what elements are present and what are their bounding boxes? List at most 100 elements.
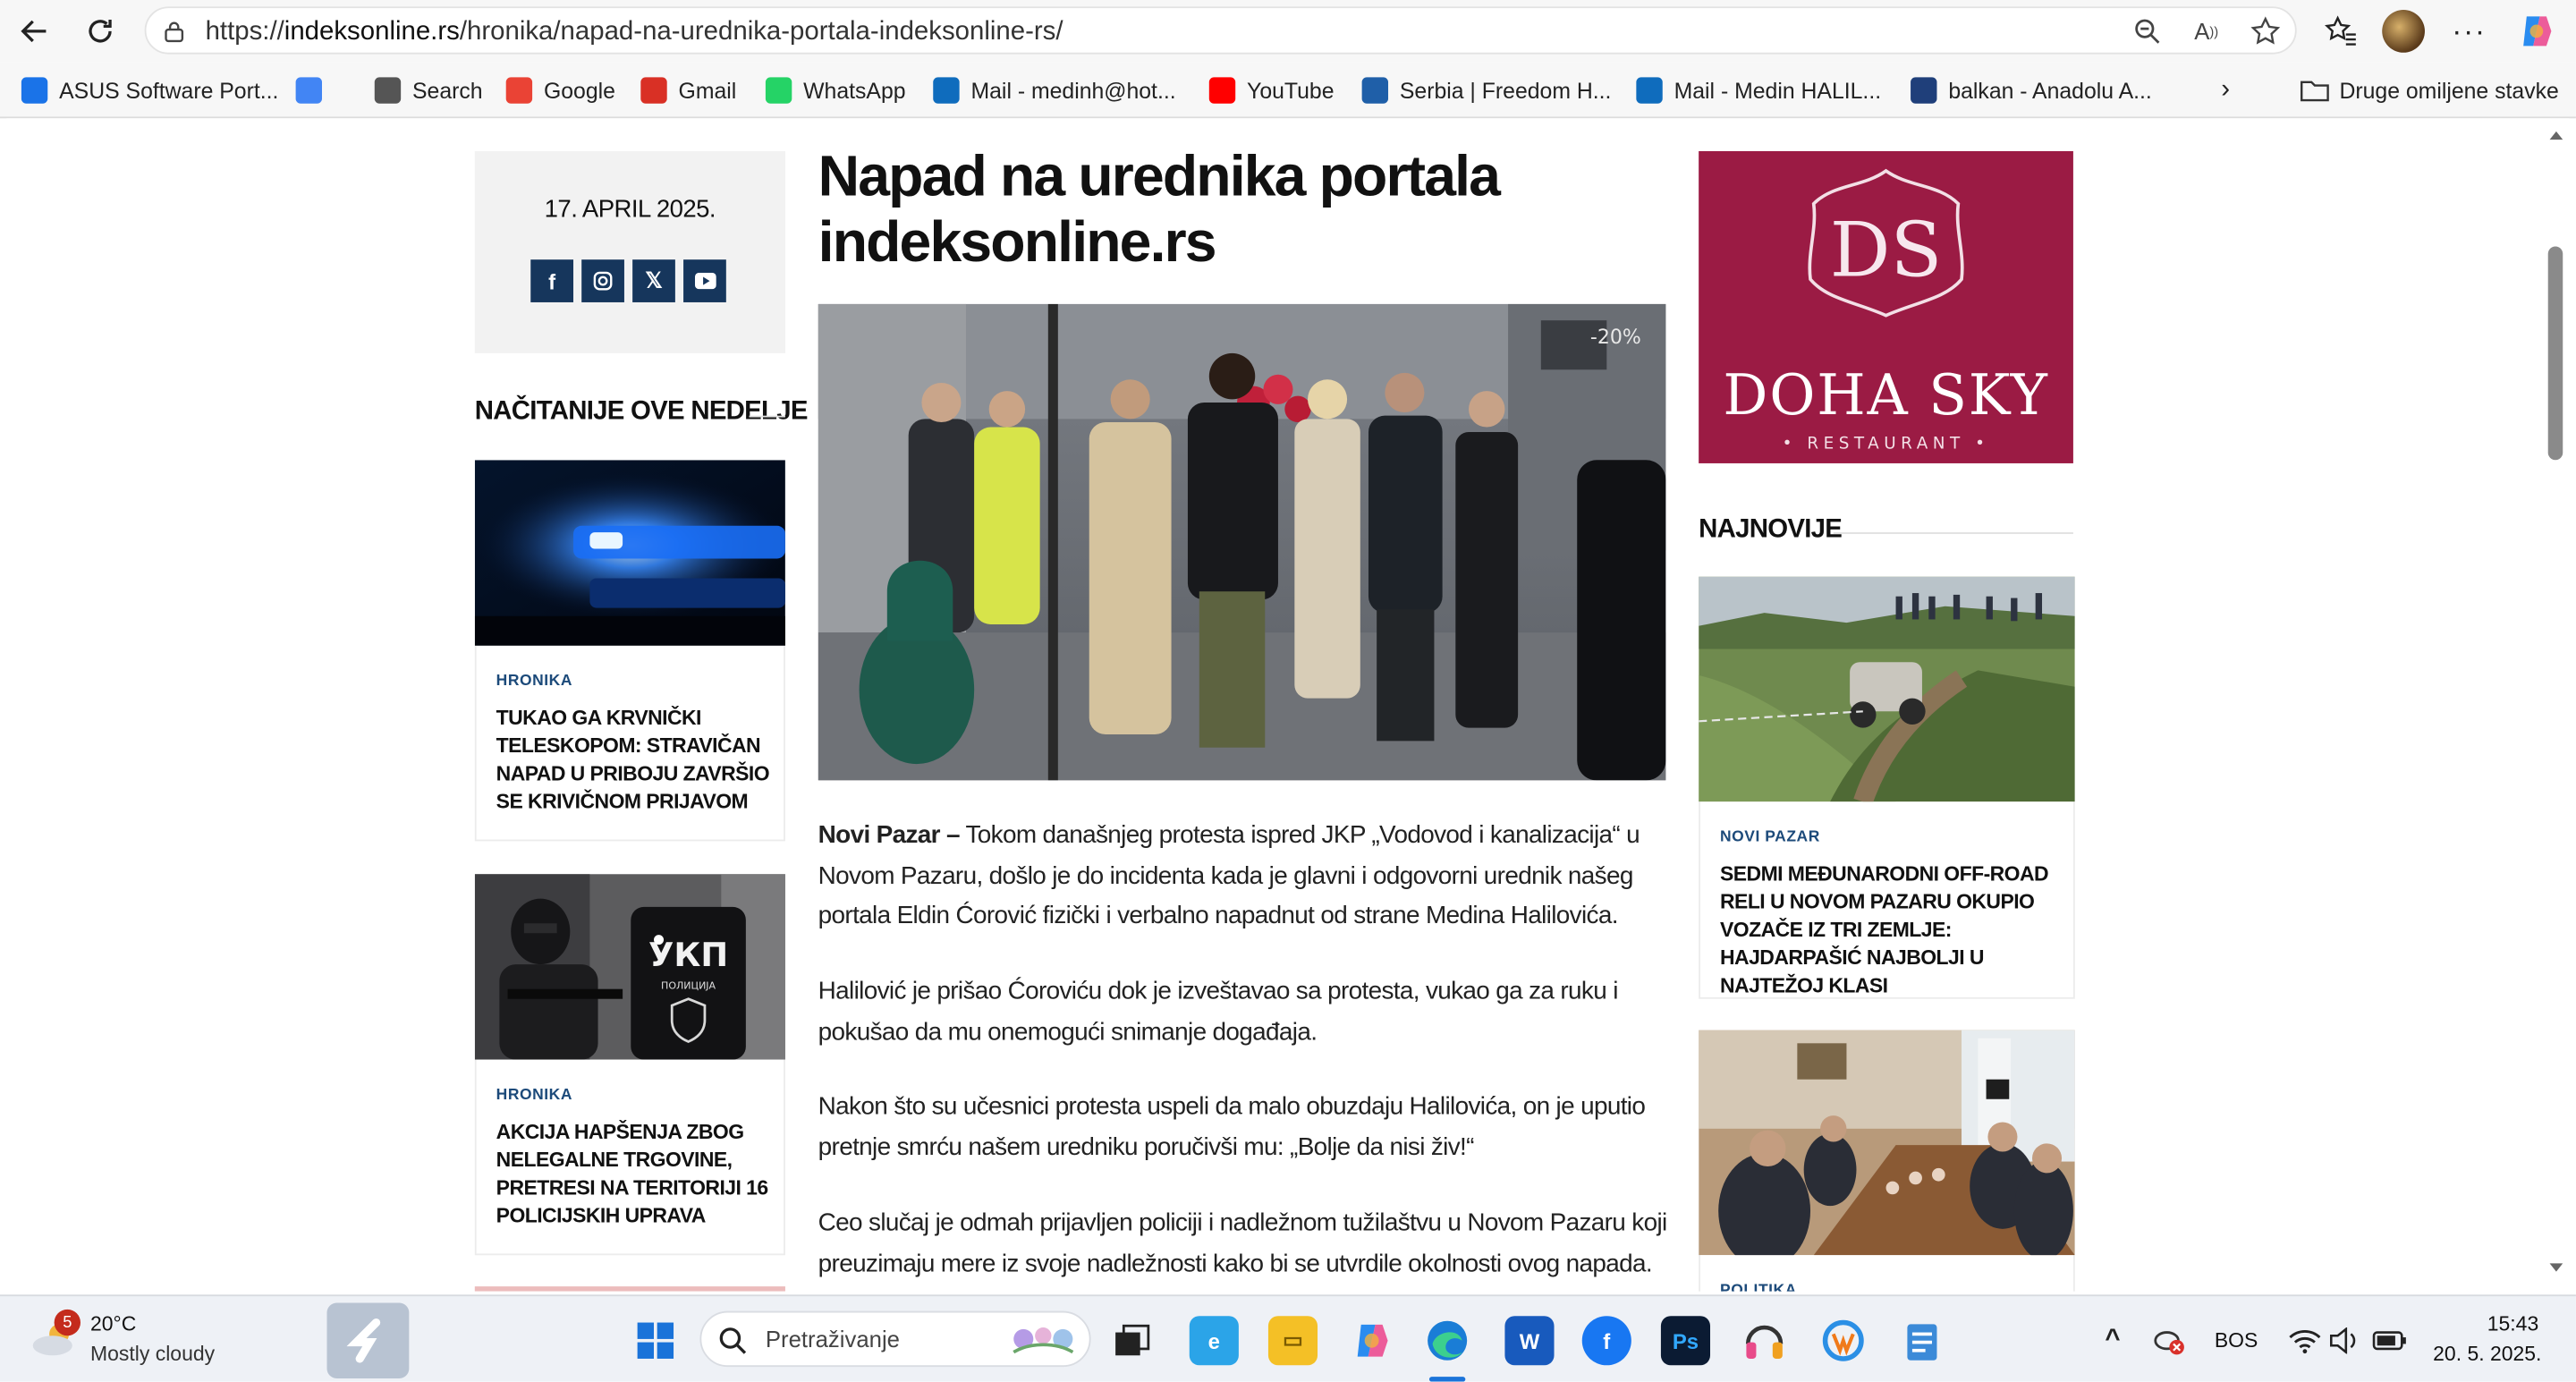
site-info-icon[interactable] (163, 20, 186, 43)
bookmark-gmail[interactable]: Gmail (640, 75, 736, 105)
bookmark-label: Search (412, 78, 483, 103)
bookmark-label: Serbia | Freedom H... (1399, 78, 1612, 103)
zoom-icon[interactable] (2131, 15, 2164, 48)
bookmark-asus[interactable]: ASUS Software Port... (21, 75, 278, 105)
bookmark-anadolu[interactable]: balkan - Anadolu A... (1911, 75, 2152, 105)
doha-sky-ad[interactable]: DS DOHA SKY • RESTAURANT • (1699, 150, 2073, 463)
card-category[interactable]: NOVI PAZAR (1720, 828, 1820, 846)
facebook-app-icon[interactable]: f (1581, 1316, 1631, 1366)
card-title[interactable]: SEDMI MEĐUNARODNI OFF-ROAD RELI U NOVOM … (1720, 861, 2057, 1000)
search-icon (719, 1327, 747, 1354)
bookmark-label: balkan - Anadolu A... (1948, 78, 2152, 103)
bookmarks-bar: ASUS Software Port... Search Google Gmail Wh… (0, 62, 2576, 119)
bookmark-search[interactable]: Search (374, 75, 483, 105)
scroll-up-icon[interactable] (2549, 131, 2563, 140)
instagram-icon[interactable] (581, 259, 624, 302)
more-menu-icon[interactable]: ··· (2446, 8, 2492, 54)
latest-card-1[interactable]: NOVI PAZAR SEDMI MEĐUNARODNI OFF-ROAD RE… (1699, 576, 2075, 1000)
photoshop-icon[interactable]: Ps (1660, 1316, 1711, 1366)
bookmark-google[interactable]: Google (505, 75, 615, 105)
bookmark-label: Mail - medinh@hot... (970, 78, 1176, 103)
copilot-button[interactable] (2513, 8, 2559, 54)
refresh-icon (89, 20, 112, 43)
police-light-image[interactable] (474, 460, 785, 646)
back-arrow-icon (21, 20, 47, 43)
address-bar[interactable]: https://indeksonline.rs/hronika/napad-na… (144, 6, 2297, 55)
card-category[interactable]: HRONIKA (496, 1086, 572, 1104)
ad-brand-text: DOHA SKY (1723, 362, 2048, 428)
vpn-app-icon[interactable] (1818, 1316, 1868, 1365)
bookmark-freedom-house[interactable]: Serbia | Freedom H... (1361, 75, 1612, 105)
card-category[interactable]: HRONIKA (496, 672, 572, 690)
article-paragraph-3: Nakon što su učesnici protesta uspeli da… (818, 1092, 1646, 1161)
tray-chevron-up-icon[interactable]: ^ (2088, 1316, 2137, 1365)
x-twitter-icon[interactable]: 𝕏 (632, 259, 675, 302)
url-prefix: https:// (205, 18, 284, 47)
bookmark-whatsapp[interactable]: WhatsApp (765, 75, 906, 105)
bookmark-outlook[interactable]: Mail - medinh@hot... (933, 75, 1176, 105)
date-social-box: 17. APRIL 2025. f 𝕏 (474, 150, 785, 353)
copilot-taskbar-icon[interactable] (1347, 1316, 1396, 1365)
refresh-button[interactable] (77, 8, 123, 54)
most-read-heading: NAČITANIJE OVE NEDELJE (474, 397, 809, 426)
web-page: 17. APRIL 2025. f 𝕏 NAČITANIJE OVE NEDEL… (6, 118, 2544, 1292)
offroad-rally-image[interactable] (1699, 576, 2075, 802)
bookmark-label: Google (543, 78, 615, 103)
weather-text[interactable]: Mostly cloudy (90, 1343, 215, 1366)
article-hero-image[interactable]: -20% (818, 303, 1666, 781)
temperature-text[interactable]: 20°C (90, 1313, 136, 1336)
most-read-card-1[interactable]: HRONIKA TUKAO GA KRVNIČKI TELESKOPOM: ST… (474, 460, 785, 842)
article-headline: Napad na urednika portala indeksonline.r… (818, 144, 1501, 275)
profile-avatar[interactable] (2382, 10, 2425, 53)
word-icon[interactable]: W (1504, 1316, 1555, 1366)
battery-icon[interactable] (2366, 1316, 2415, 1365)
page-scrollbar[interactable] (2543, 118, 2570, 1292)
search-highlight-icon (1004, 1319, 1082, 1359)
clock-time[interactable]: 15:43 (2487, 1313, 2538, 1336)
bookmark-outlook[interactable]: Mail - Medin HALIL... (1636, 75, 1881, 105)
meeting-room-image[interactable] (1699, 1030, 2075, 1256)
favorites-button[interactable] (2318, 8, 2364, 54)
taskbar-search-placeholder: Pretraživanje (765, 1326, 900, 1352)
bookmark-label: WhatsApp (803, 78, 906, 103)
tray-network-blocked-icon[interactable] (2144, 1316, 2193, 1365)
card-category[interactable]: POLITIKA (1720, 1282, 1797, 1292)
asus-icon (21, 77, 48, 104)
whatsapp-icon (765, 77, 792, 104)
bookmarks-more-chevron-icon[interactable]: › (2221, 75, 2230, 105)
card-title[interactable]: AKCIJA HAPŠENJA ZBOG NELEGALNE TRGOVINE,… (496, 1119, 773, 1231)
special-police-image[interactable]: УКП ПОЛИЦИЈА (474, 874, 785, 1060)
taskbar-search-box[interactable]: Pretraživanje (699, 1310, 1091, 1368)
latest-card-2[interactable]: POLITIKA (1699, 1030, 2075, 1292)
scroll-thumb[interactable] (2547, 246, 2563, 461)
language-indicator[interactable]: BOS (2215, 1329, 2258, 1352)
windows-start-icon[interactable] (631, 1316, 680, 1365)
file-explorer-icon[interactable]: ▭ (1267, 1316, 1318, 1366)
edge-preview-icon[interactable]: e (1189, 1316, 1239, 1366)
next-card-peek (474, 1286, 785, 1292)
screen: https://indeksonline.rs/hronika/napad-na… (0, 0, 2576, 1382)
bookmark-translate[interactable] (295, 75, 334, 105)
other-favorites-folder[interactable]: Druge omiljene stavke (2300, 75, 2559, 105)
notepad-icon[interactable] (1897, 1316, 1946, 1365)
audio-app-icon[interactable] (1740, 1316, 1789, 1365)
edge-browser-icon[interactable] (1423, 1316, 1472, 1365)
clock-date[interactable]: 20. 5. 2025. (2433, 1343, 2541, 1366)
most-read-card-2[interactable]: УКП ПОЛИЦИЈА HRONIKA AKCIJA HAPŠENJA ZBO… (474, 874, 785, 1256)
read-aloud-icon[interactable]: A)) (2190, 15, 2223, 48)
favorite-star-icon[interactable] (2249, 15, 2282, 48)
volume-icon[interactable] (2319, 1316, 2368, 1365)
task-view-icon[interactable] (1107, 1316, 1157, 1365)
weather-cloud-icon[interactable]: 5 (30, 1309, 80, 1359)
url-host: indeksonline.rs (284, 18, 460, 47)
latest-heading: NAJNOVIJE (1699, 515, 1843, 544)
youtube-icon[interactable] (683, 259, 726, 302)
back-button[interactable] (12, 8, 57, 54)
article-lead-place: Novi Pazar – (818, 821, 961, 850)
widgets-app-icon[interactable] (326, 1302, 410, 1378)
scroll-down-icon[interactable] (2549, 1263, 2563, 1272)
article-date: 17. APRIL 2025. (544, 195, 716, 224)
card-title[interactable]: TUKAO GA KRVNIČKI TELESKOPOM: STRAVIČAN … (496, 705, 773, 817)
bookmark-youtube[interactable]: YouTube (1208, 75, 1335, 105)
facebook-icon[interactable]: f (530, 259, 574, 302)
